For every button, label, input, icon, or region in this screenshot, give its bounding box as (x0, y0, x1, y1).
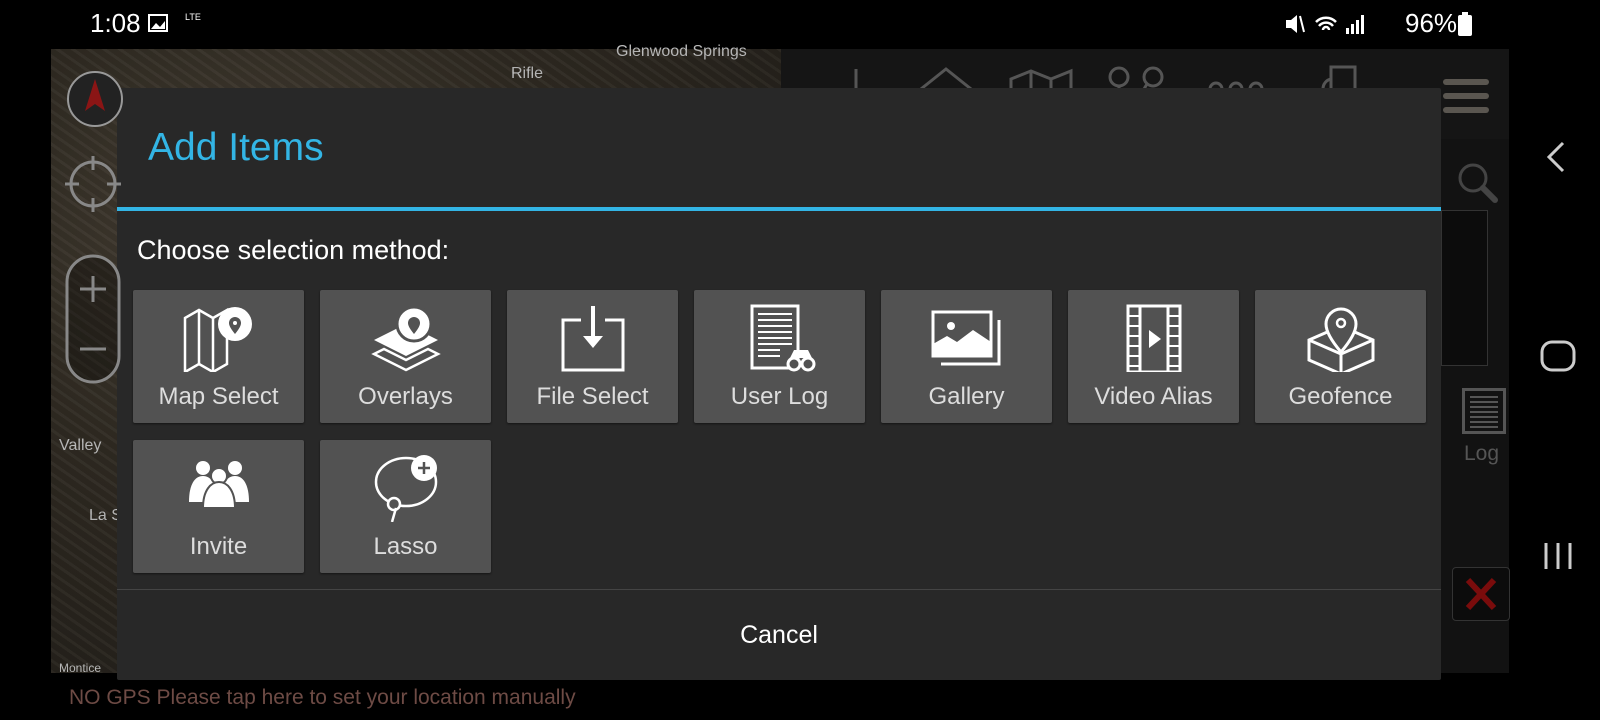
search-icon[interactable] (1455, 160, 1500, 205)
map-label: Rifle (511, 65, 544, 82)
navigation-bar (1510, 0, 1600, 720)
lasso-button[interactable]: Lasso (320, 440, 491, 573)
file-select-button[interactable]: File Select (507, 290, 678, 423)
battery-percent: 96% (1405, 8, 1458, 38)
image-notification-icon (148, 14, 168, 32)
layers-pin-icon (370, 305, 441, 372)
video-alias-button[interactable]: Video Alias (1068, 290, 1239, 423)
file-download-icon (561, 306, 624, 372)
clock: 1:08 (90, 8, 141, 38)
menu-icon[interactable] (1443, 79, 1489, 115)
side-panel-box (1441, 210, 1488, 366)
user-log-button[interactable]: User Log (694, 290, 865, 423)
log-icon[interactable] (1462, 388, 1506, 434)
back-icon[interactable] (1545, 140, 1567, 174)
gallery-icon (931, 310, 1000, 366)
gps-status-link[interactable]: NO GPS Please tap here to set your locat… (69, 686, 576, 710)
dialog-title: Add Items (148, 126, 324, 169)
users-icon (188, 461, 249, 509)
tile-label: Video Alias (1094, 383, 1213, 410)
compass-icon[interactable] (65, 69, 125, 129)
map-pin-icon (183, 307, 252, 372)
log-binoculars-icon (750, 304, 815, 372)
tile-label: Map Select (158, 383, 279, 410)
log-label[interactable]: Log (1464, 442, 1499, 466)
dialog-prompt: Choose selection method: (137, 235, 450, 265)
tile-label: File Select (536, 383, 649, 410)
tile-label: Geofence (1288, 383, 1393, 410)
title-divider (117, 207, 1441, 211)
status-bar: 1:08 LTE 96% (0, 0, 1600, 48)
tile-label: Overlays (358, 383, 453, 410)
wifi-icon (1315, 16, 1337, 31)
signal-icon (1346, 15, 1364, 34)
status-icons (1286, 15, 1364, 34)
mute-icon (1286, 15, 1297, 33)
close-button[interactable] (1452, 567, 1510, 621)
recents-icon[interactable] (1542, 540, 1574, 572)
map-select-button[interactable]: Map Select (133, 290, 304, 423)
zoom-control[interactable] (65, 254, 121, 384)
close-icon (1465, 577, 1497, 611)
geofence-button[interactable]: Geofence (1255, 290, 1426, 423)
geofence-icon (1307, 307, 1374, 372)
home-icon[interactable] (1540, 340, 1576, 372)
add-items-dialog: Add Items Choose selection method: Map S… (117, 88, 1441, 680)
battery-icon (1458, 12, 1472, 36)
tile-label: User Log (730, 383, 829, 410)
invite-button[interactable]: Invite (133, 440, 304, 573)
network-type: LTE (185, 12, 201, 22)
cancel-button[interactable]: Cancel (117, 590, 1441, 680)
lasso-plus-icon (374, 455, 437, 522)
gallery-button[interactable]: Gallery (881, 290, 1052, 423)
tile-label: Lasso (373, 533, 438, 560)
map-label: Montice (59, 661, 102, 675)
map-label: Valley (59, 437, 102, 454)
tile-label: Invite (189, 533, 248, 560)
overlays-button[interactable]: Overlays (320, 290, 491, 423)
map-label: Glenwood Springs (616, 43, 747, 60)
film-icon (1126, 304, 1181, 372)
locate-icon[interactable] (63, 154, 123, 214)
tile-label: Gallery (928, 383, 1005, 410)
